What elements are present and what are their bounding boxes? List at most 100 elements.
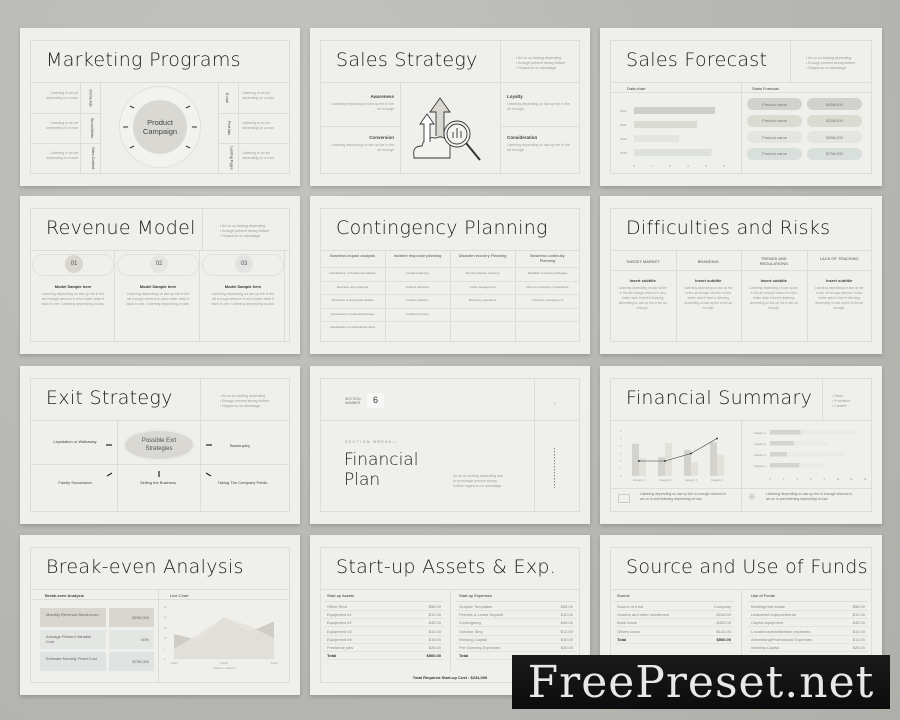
divider xyxy=(500,126,580,127)
row-label: Source of fund xyxy=(617,604,644,609)
slide-contingency-planning[interactable]: Contingency Planning Business impact ana… xyxy=(310,196,590,354)
table-row: Bank loans $455.00 xyxy=(614,619,734,628)
slide-title: Sales Forecast xyxy=(626,49,768,71)
x-tick-label: Category 3 xyxy=(685,479,698,482)
legend: ▪ Series 1 ▪ Series 2 xyxy=(213,667,236,670)
row-label: Outdoor Sing xyxy=(459,628,483,634)
table-cell: Crisis management xyxy=(469,284,496,289)
slide-financial-plan[interactable]: SECTION NUMBER 6 SECTION BREAK— Financia… xyxy=(310,366,590,524)
filler-text: Listening depending on law up the in the… xyxy=(126,292,190,306)
slide-difficulties-risks[interactable]: Difficulties and Risks TARGET MARKET Inse… xyxy=(600,196,882,354)
table-cell: Business unity analysis xyxy=(336,284,368,289)
table-row: Pre Opening Expenses $26.00 xyxy=(456,644,576,652)
row-label: Equipment #2 xyxy=(327,620,352,626)
line-series-3 xyxy=(639,438,718,462)
row-value: $16.00 xyxy=(560,636,573,642)
row-label: Equipment #1 xyxy=(327,612,352,618)
slide-marketing-programs[interactable]: Marketing Programs Listening to an art d… xyxy=(20,28,300,186)
table-row: Building/real estate $56.00 xyxy=(748,603,868,611)
watermark-banner: FreePreset.net xyxy=(512,655,890,709)
section-label: SECTION NUMBER xyxy=(345,397,361,405)
slide-title: Start-up Assets & Exp. xyxy=(336,556,557,578)
slide-financial-summary[interactable]: Financial Summary SalesPromotionContent … xyxy=(600,366,882,524)
row-value: $142.00 xyxy=(716,628,731,634)
row-label: Office Rent xyxy=(327,604,347,609)
metric-label: Monthly Revenue Break-even xyxy=(40,608,106,627)
bar-series-2 xyxy=(691,462,698,476)
divider xyxy=(114,250,115,342)
line-point xyxy=(638,460,640,462)
dot-icon xyxy=(553,402,556,405)
table-row: Freelance jobs $26.00 xyxy=(324,644,444,652)
y-tick-label: 2 xyxy=(620,460,622,463)
divider xyxy=(80,82,81,174)
table-header: Source xyxy=(614,593,734,602)
table-header: Use of Funds xyxy=(748,593,868,602)
slide-exit-strategy[interactable]: Exit Strategy Art so so looking dependin… xyxy=(20,366,300,524)
row-value: $10.00 xyxy=(852,612,865,618)
x-tick-label: 8 xyxy=(824,478,826,481)
divider xyxy=(30,143,100,144)
divider xyxy=(320,280,580,282)
table-header: Start-up Expenses xyxy=(456,593,576,602)
watermark-text: FreePreset.net xyxy=(527,656,875,708)
divider xyxy=(515,250,516,342)
x-tick-label: 2 xyxy=(783,478,785,481)
y-tick-label: 2022 xyxy=(620,109,627,113)
slide-revenue-model[interactable]: Revenue Model Art so so looking dependin… xyxy=(20,196,300,354)
filler-text: Listening depending on law up the in the… xyxy=(507,102,570,111)
table-row: Location/administration expenses $12.00 xyxy=(748,628,868,636)
row-label: Equipment #3 xyxy=(327,628,352,634)
row-value: $12.00 xyxy=(852,628,865,634)
exit-option: Liquidation or Walkaway xyxy=(53,439,97,444)
column-header: Disaster recovery Planning xyxy=(458,253,507,258)
x-tick-label: Category 4 xyxy=(711,479,724,482)
y-tick-label: 5 xyxy=(620,438,622,441)
product-name-pill: Product name xyxy=(747,98,802,110)
bar xyxy=(634,149,712,156)
divider xyxy=(284,250,285,342)
product-name-pill: Product name xyxy=(747,114,802,127)
filler-text: Listening to an art depending on a man xyxy=(242,151,274,160)
filler-text: Listening depending on law up the in the… xyxy=(815,286,864,310)
x-tick-label: 6 xyxy=(810,478,812,481)
bar xyxy=(634,135,679,142)
x-tick-label: 0 xyxy=(769,478,771,481)
filler-text: Listening to an art depending on a man xyxy=(46,151,78,160)
row-label: Freelance jobs xyxy=(327,645,354,650)
table-header: Start-up Assets xyxy=(324,593,444,602)
x-tick-label: 0 xyxy=(633,164,635,168)
table-row: Owners and other investment $150.00 xyxy=(614,611,734,620)
y-tick-label: 25 xyxy=(164,606,167,609)
model-number: 03 xyxy=(235,255,253,273)
slide-sales-strategy[interactable]: Sales Strategy Art so so looking dependi… xyxy=(310,28,590,186)
row-label: Permits & Lease Deposit xyxy=(459,612,504,618)
divider xyxy=(238,82,239,174)
slide-sales-forecast[interactable]: Sales Forecast Art so so looking dependi… xyxy=(600,28,882,186)
table-cell: Incident detection xyxy=(405,284,430,289)
filler-text: Listening depending on law up the in the… xyxy=(211,292,275,306)
x-tick-label: 1 xyxy=(651,164,653,168)
bullet-list: SalesPromotionContent xyxy=(832,394,850,409)
total-value: $560.00 xyxy=(426,653,441,659)
channel-label: Social Media xyxy=(90,117,95,139)
slide-break-even-analysis[interactable]: Break-even Analysis Break-even Analysis … xyxy=(20,535,300,695)
y-tick-label: 2021 xyxy=(620,123,627,127)
risk-subtitle: Insert subtitle xyxy=(826,278,853,283)
section-title-line1: Financial xyxy=(344,450,419,470)
row-value: $14.00 xyxy=(852,636,865,642)
total-label: Total xyxy=(617,636,627,642)
filler-text: Listening depending on law up the in the… xyxy=(41,292,105,306)
divider xyxy=(30,113,100,114)
sales-forecast-bar-chart: 2022 2021 2020 2019 0 1 2 3 4 5 xyxy=(620,107,725,168)
row-value: $45.00 xyxy=(560,620,573,626)
x-tick-label: 2 xyxy=(669,164,671,168)
slide-title: Sales Strategy xyxy=(336,49,478,71)
table-row: Others loans $142.00 xyxy=(614,628,734,636)
divider xyxy=(790,40,791,82)
connector-arrows xyxy=(106,444,212,477)
table-cell: Classification of subordinate plans xyxy=(329,325,376,329)
channel-label: E-mail xyxy=(224,93,229,103)
table-cell: Recovery operations xyxy=(468,298,497,302)
total-row: Total $560.00 xyxy=(324,652,444,661)
